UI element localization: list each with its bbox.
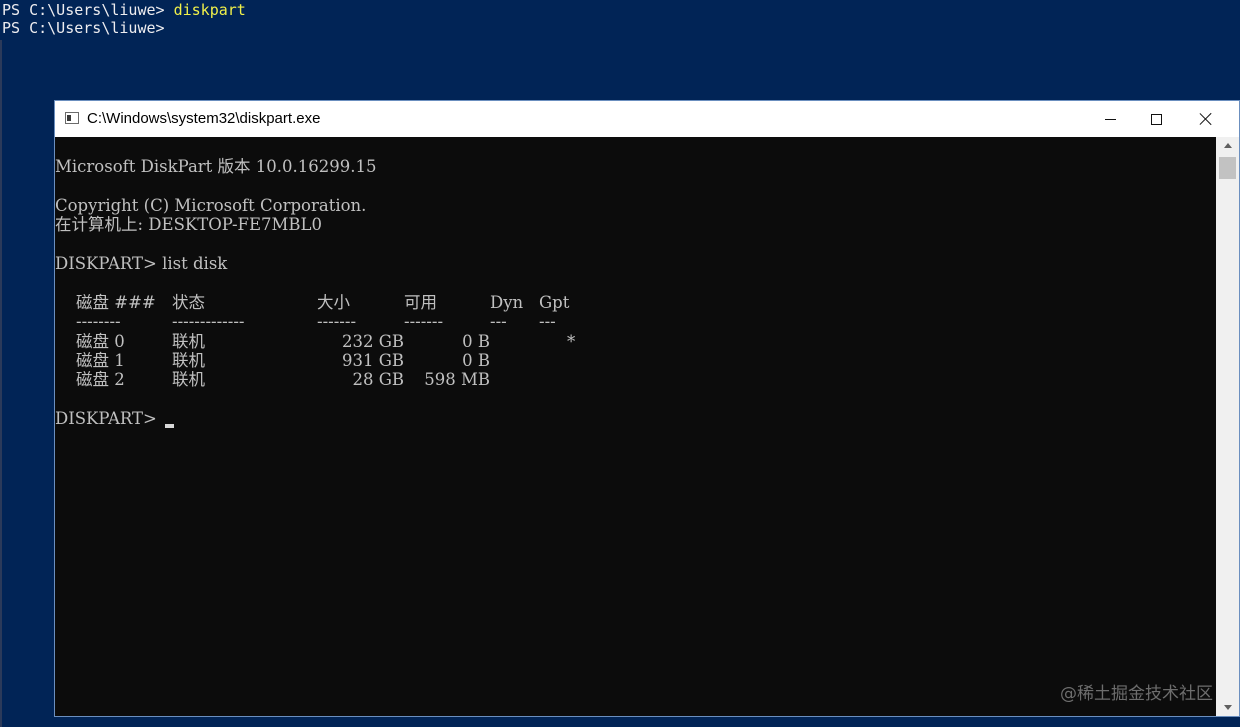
maximize-icon	[1150, 113, 1162, 125]
header-free: 可用	[404, 292, 437, 312]
powershell-line: PS C:\Users\liuwe> diskpart	[2, 1, 1240, 19]
diskpart-window[interactable]: C:\Windows\system32\diskpart.exe Microso…	[54, 100, 1240, 717]
window-left-edge	[0, 40, 2, 727]
scroll-thumb[interactable]	[1219, 157, 1236, 179]
header-gpt: Gpt	[539, 292, 570, 312]
separator: ---	[539, 312, 556, 332]
status-cell: 联机	[172, 331, 205, 351]
prompt-line[interactable]: DISKPART>	[55, 409, 1215, 429]
free-cell: 0 B	[462, 350, 490, 370]
table-separator-row: -------- ------------- ------- ------- -…	[55, 312, 755, 331]
scroll-down-button[interactable]	[1216, 699, 1239, 716]
separator: -------	[404, 312, 444, 332]
close-button[interactable]	[1183, 101, 1229, 137]
separator: ---	[490, 312, 507, 332]
scroll-up-button[interactable]	[1216, 137, 1239, 154]
separator: -------------	[172, 312, 245, 332]
command-line: DISKPART> list disk	[55, 253, 228, 273]
separator: --------	[76, 312, 121, 332]
header-dyn: Dyn	[490, 292, 524, 312]
table-row: 磁盘 2 联机 28 GB 598 MB	[55, 370, 755, 389]
console-app-icon[interactable]	[65, 112, 79, 124]
powershell-command: diskpart	[173, 1, 246, 19]
size-cell: 28 GB	[352, 370, 404, 390]
window-title: C:\Windows\system32\diskpart.exe	[87, 110, 321, 127]
disk-cell: 磁盘 0	[76, 331, 125, 351]
separator: -------	[317, 312, 357, 332]
title-bar[interactable]: C:\Windows\system32\diskpart.exe	[55, 101, 1239, 137]
header-size: 大小	[317, 292, 350, 312]
diskpart-prompt: DISKPART>	[55, 409, 157, 429]
gpt-cell: *	[567, 331, 576, 351]
status-cell: 联机	[172, 350, 205, 370]
powershell-line: PS C:\Users\liuwe>	[2, 19, 1240, 37]
disk-cell: 磁盘 2	[76, 370, 125, 390]
header-disk: 磁盘 ###	[76, 292, 156, 312]
size-cell: 232 GB	[341, 331, 404, 351]
status-cell: 联机	[172, 370, 205, 390]
powershell-prompt: PS C:\Users\liuwe>	[2, 19, 165, 37]
header-status: 状态	[172, 292, 205, 312]
minimize-icon	[1104, 118, 1116, 120]
minimize-button[interactable]	[1087, 101, 1133, 137]
size-cell: 931 GB	[341, 350, 404, 370]
powershell-prompt: PS C:\Users\liuwe>	[2, 1, 174, 19]
maximize-button[interactable]	[1133, 101, 1179, 137]
version-line: Microsoft DiskPart 版本 10.0.16299.15	[55, 157, 377, 176]
text-cursor	[164, 424, 174, 429]
arrow-up-icon	[1223, 143, 1232, 148]
computer-line: 在计算机上: DESKTOP-FE7MBL0	[55, 215, 322, 235]
close-icon	[1199, 112, 1213, 126]
table-header-row: 磁盘 ### 状态 大小 可用 Dyn Gpt	[55, 293, 755, 312]
table-row: 磁盘 1 联机 931 GB 0 B	[55, 351, 755, 370]
console-output[interactable]: Microsoft DiskPart 版本 10.0.16299.15 Copy…	[55, 137, 1215, 716]
copyright-line: Copyright (C) Microsoft Corporation.	[55, 195, 367, 215]
free-cell: 598 MB	[424, 370, 490, 390]
watermark: @稀土掘金技术社区	[1060, 684, 1213, 704]
disk-cell: 磁盘 1	[76, 350, 125, 370]
disk-table: 磁盘 ### 状态 大小 可用 Dyn Gpt -------- -------…	[55, 293, 1215, 390]
arrow-down-icon	[1223, 705, 1232, 710]
vertical-scrollbar[interactable]	[1216, 137, 1239, 716]
table-row: 磁盘 0 联机 232 GB 0 B *	[55, 332, 755, 351]
free-cell: 0 B	[462, 331, 490, 351]
